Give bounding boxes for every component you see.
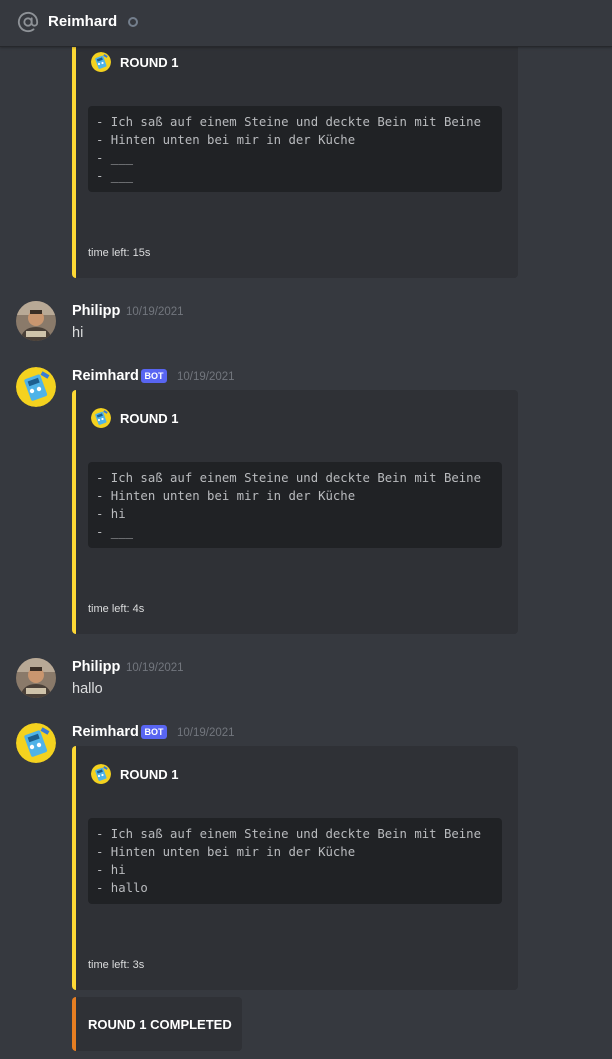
embed-title: ROUND 1 [120,55,179,70]
message-timestamp: 10/19/2021 [177,371,235,383]
embed-title: ROUND 1 [120,411,179,426]
round-embed: ROUND 1 - Ich saß auf einem Steine und d… [72,36,518,278]
message-timestamp: 10/19/2021 [177,727,235,739]
bot-tag: BOT [141,725,167,739]
channel-header: Reimhard [0,0,612,47]
lyric-line: - ___ [96,525,134,539]
offline-status-icon [128,17,138,27]
bot-tag: BOT [141,369,167,383]
embed-footer-timer: time left: 15s [88,247,151,259]
message-timestamp: 10/19/2021 [126,662,184,674]
bot-logo-icon [91,52,111,72]
message-author[interactable]: Philipp [72,303,120,319]
embed-title: ROUND 1 COMPLETED [88,1017,232,1032]
bot-avatar[interactable] [16,367,56,407]
message-author[interactable]: Reimhard [72,724,139,740]
message-content: hallo [72,681,103,697]
lyric-line: - ___ [96,151,134,165]
embed-title: ROUND 1 [120,767,179,782]
message-timestamp: 10/19/2021 [126,306,184,318]
embed-footer-timer: time left: 4s [88,603,145,615]
round-embed: ROUND 1 - Ich saß auf einem Steine und d… [72,746,518,990]
lyrics-codeblock: - Ich saß auf einem Steine und deckte Be… [88,818,502,904]
message-author[interactable]: Philipp [72,659,120,675]
dm-recipient-name: Reimhard [48,13,118,30]
lyric-line: - hi [96,863,126,877]
bot-avatar[interactable] [16,723,56,763]
user-avatar[interactable] [16,301,56,341]
message-content: hi [72,325,84,341]
lyric-line: - Hinten unten bei mir in der Küche [96,133,356,147]
lyric-line: - ___ [96,169,134,183]
lyric-line: - Hinten unten bei mir in der Küche [96,489,356,503]
lyric-line: - Hinten unten bei mir in der Küche [96,845,356,859]
at-sign-icon [17,11,39,33]
round-completed-embed: ROUND 1 COMPLETED [72,997,242,1051]
lyric-line: - hallo [96,881,148,895]
lyric-line: - Ich saß auf einem Steine und deckte Be… [96,827,481,841]
message-author[interactable]: Reimhard [72,368,139,384]
bot-logo-icon [91,408,111,428]
lyric-line: - Ich saß auf einem Steine und deckte Be… [96,471,481,485]
lyric-line: - hi [96,507,126,521]
lyrics-codeblock: - Ich saß auf einem Steine und deckte Be… [88,106,502,192]
lyrics-codeblock: - Ich saß auf einem Steine und deckte Be… [88,462,502,548]
embed-footer-timer: time left: 3s [88,959,145,971]
bot-logo-icon [91,764,111,784]
lyric-line: - Ich saß auf einem Steine und deckte Be… [96,115,481,129]
round-embed: ROUND 1 - Ich saß auf einem Steine und d… [72,390,518,634]
user-avatar[interactable] [16,658,56,698]
